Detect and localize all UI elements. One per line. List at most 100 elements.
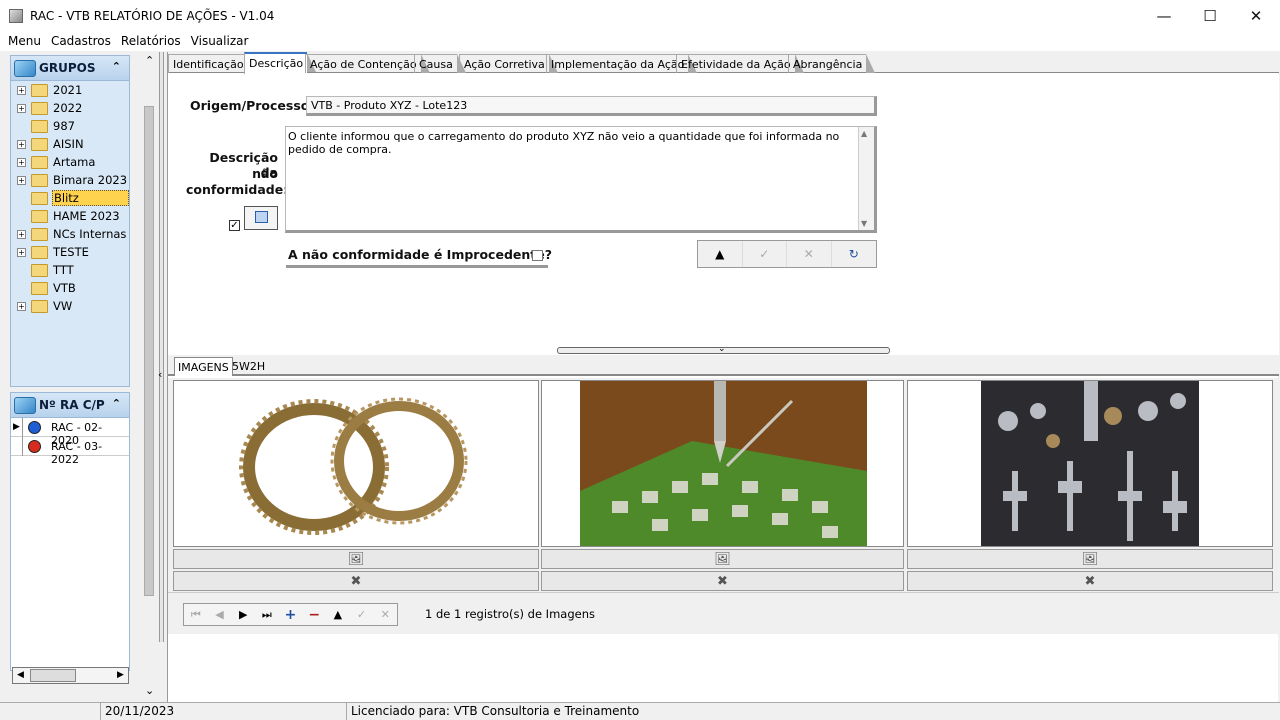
subtab-imagens[interactable]: IMAGENS: [174, 357, 233, 376]
scroll-down-icon[interactable]: ⌄: [145, 684, 154, 697]
image-cell[interactable]: [907, 380, 1273, 547]
folder-icon: [31, 246, 48, 259]
sync-rings-image: [239, 397, 468, 535]
delete-x-icon: ✖: [1084, 573, 1096, 589]
tab-efetividade[interactable]: Efetividade da Ação: [676, 54, 804, 73]
metal-parts-image: [981, 381, 1199, 546]
ra-panel-header[interactable]: Nº RA C/P ⌃: [10, 392, 130, 418]
tree-item[interactable]: TTT: [11, 261, 129, 279]
improcedente-label: A não conformidade é Improcedente?: [288, 247, 552, 262]
scroll-up-icon[interactable]: ▲: [861, 129, 867, 138]
ra-list-item[interactable]: ▶ RAC - 02-2020: [11, 418, 129, 447]
status-date: 20/11/2023: [100, 703, 346, 720]
tree-item[interactable]: HAME 2023: [11, 207, 129, 225]
ra-list-item[interactable]: RAC - 03-2022: [11, 437, 129, 466]
tab-descricao[interactable]: Descrição: [244, 52, 317, 74]
records-navigator-section: ⏮ ◀ ▶ ⏭ + − ▲ ✓ ✕ 1 de 1 registro(s) de …: [168, 592, 1279, 634]
delete-record-icon[interactable]: −: [302, 604, 326, 625]
collapse-chevron-icon[interactable]: ⌃: [112, 397, 121, 410]
collapse-left-icon[interactable]: ‹: [158, 368, 162, 381]
tab-implementacao[interactable]: Implementação da Ação: [546, 54, 698, 73]
menu-item-visualizar[interactable]: Visualizar: [186, 34, 254, 48]
refresh-icon[interactable]: ↻: [832, 241, 876, 267]
image-picture-button[interactable]: 🖼: [907, 549, 1273, 569]
scroll-left-icon[interactable]: ◀: [13, 668, 28, 683]
horizontal-scrollbar[interactable]: ◀ ▶: [12, 667, 129, 684]
tree-item[interactable]: 987: [11, 117, 129, 135]
tree-item[interactable]: VTB: [11, 279, 129, 297]
expand-plus-icon[interactable]: +: [17, 158, 26, 167]
scroll-right-icon[interactable]: ▶: [113, 668, 128, 683]
expand-plus-icon[interactable]: +: [17, 140, 26, 149]
picture-icon: 🖼: [714, 551, 731, 567]
attach-button[interactable]: [244, 206, 278, 230]
memo-scrollbar[interactable]: ▲ ▼: [858, 127, 874, 230]
expand-plus-icon[interactable]: +: [17, 104, 26, 113]
improcedente-checkbox[interactable]: [532, 250, 543, 261]
tree-item[interactable]: +2021: [11, 81, 129, 99]
expand-plus-icon[interactable]: +: [17, 176, 26, 185]
tree-item[interactable]: + Bimara 2023: [11, 171, 129, 189]
confirm-icon[interactable]: ✓: [743, 241, 787, 267]
expand-plus-icon[interactable]: +: [17, 86, 26, 95]
tree-item[interactable]: + Artama: [11, 153, 129, 171]
vertical-scrollbar[interactable]: [144, 106, 154, 596]
description-form: Origem/Processo: VTB - Produto XYZ - Lot…: [168, 74, 1279, 374]
prior-record-icon[interactable]: ◀: [208, 604, 232, 625]
scroll-thumb[interactable]: [30, 669, 76, 682]
tree-item-label: VW: [53, 299, 73, 313]
image-delete-button[interactable]: ✖: [541, 571, 904, 591]
menu-item-cadastros[interactable]: Cadastros: [46, 34, 116, 48]
tree-item[interactable]: + AISIN: [11, 135, 129, 153]
image-picture-button[interactable]: 🖼: [541, 549, 904, 569]
picture-icon: 🖼: [1081, 551, 1099, 567]
tree-item[interactable]: + NCs Internas: [11, 225, 129, 243]
image-picture-button[interactable]: 🖼: [173, 549, 539, 569]
folder-icon: [31, 84, 48, 97]
tab-causa[interactable]: Causa: [414, 54, 466, 73]
image-delete-button[interactable]: ✖: [907, 571, 1273, 591]
minimize-button[interactable]: —: [1141, 0, 1187, 31]
split-handle[interactable]: [159, 52, 164, 642]
scroll-down-icon[interactable]: ▼: [861, 219, 867, 228]
next-record-icon[interactable]: ▶: [231, 604, 255, 625]
splitter[interactable]: ⌃ ⌄ ‹: [140, 52, 166, 702]
expand-plus-icon[interactable]: +: [17, 230, 26, 239]
last-record-icon[interactable]: ⏭: [255, 604, 279, 625]
origin-field[interactable]: VTB - Produto XYZ - Lote123: [306, 96, 877, 116]
collapse-chevron-icon[interactable]: ⌃: [112, 60, 121, 73]
image-cell[interactable]: [173, 380, 539, 547]
image-cell[interactable]: [541, 380, 904, 547]
tree-item[interactable]: Blitz: [11, 189, 129, 207]
tab-acao-corretiva[interactable]: Ação Corretiva: [459, 54, 558, 73]
tree-item-label: AISIN: [53, 137, 84, 151]
tab-identificacao[interactable]: Identificação: [168, 54, 257, 73]
menu-item-menu[interactable]: Menu: [3, 34, 46, 48]
desc-checkbox[interactable]: ✓: [229, 220, 240, 231]
menu-item-relatorios[interactable]: Relatórios: [116, 34, 186, 48]
collapse-bar[interactable]: ⌄: [557, 344, 890, 354]
image-delete-button[interactable]: ✖: [173, 571, 539, 591]
edit-record-icon[interactable]: ▲: [326, 604, 350, 625]
groups-panel-header[interactable]: GRUPOS ⌃: [10, 55, 130, 81]
app-icon: [9, 8, 23, 23]
cancel-icon[interactable]: ✕: [787, 241, 832, 267]
expand-down-icon[interactable]: ⌄: [718, 344, 726, 354]
scroll-up-icon[interactable]: ⌃: [145, 54, 154, 67]
maximize-button[interactable]: ☐: [1187, 0, 1233, 31]
tree-item[interactable]: + VW: [11, 297, 129, 315]
cancel-record-icon[interactable]: ✕: [373, 604, 397, 625]
tab-abrangencia[interactable]: Abrangência: [788, 54, 876, 73]
post-record-icon[interactable]: ✓: [350, 604, 374, 625]
expand-plus-icon[interactable]: +: [17, 248, 26, 257]
close-button[interactable]: ✕: [1233, 0, 1279, 31]
tree-item[interactable]: +2022: [11, 99, 129, 117]
description-memo[interactable]: O cliente informou que o carregamento do…: [285, 126, 877, 233]
post-up-icon[interactable]: ▲: [698, 241, 743, 267]
tree-item[interactable]: + TESTE: [11, 243, 129, 261]
expand-plus-icon[interactable]: +: [17, 302, 26, 311]
subtab-5w2h[interactable]: 5W2H: [229, 357, 268, 376]
insert-record-icon[interactable]: +: [279, 604, 303, 625]
first-record-icon[interactable]: ⏮: [184, 604, 208, 625]
tab-acao-contencao[interactable]: Ação de Contenção: [305, 54, 430, 73]
